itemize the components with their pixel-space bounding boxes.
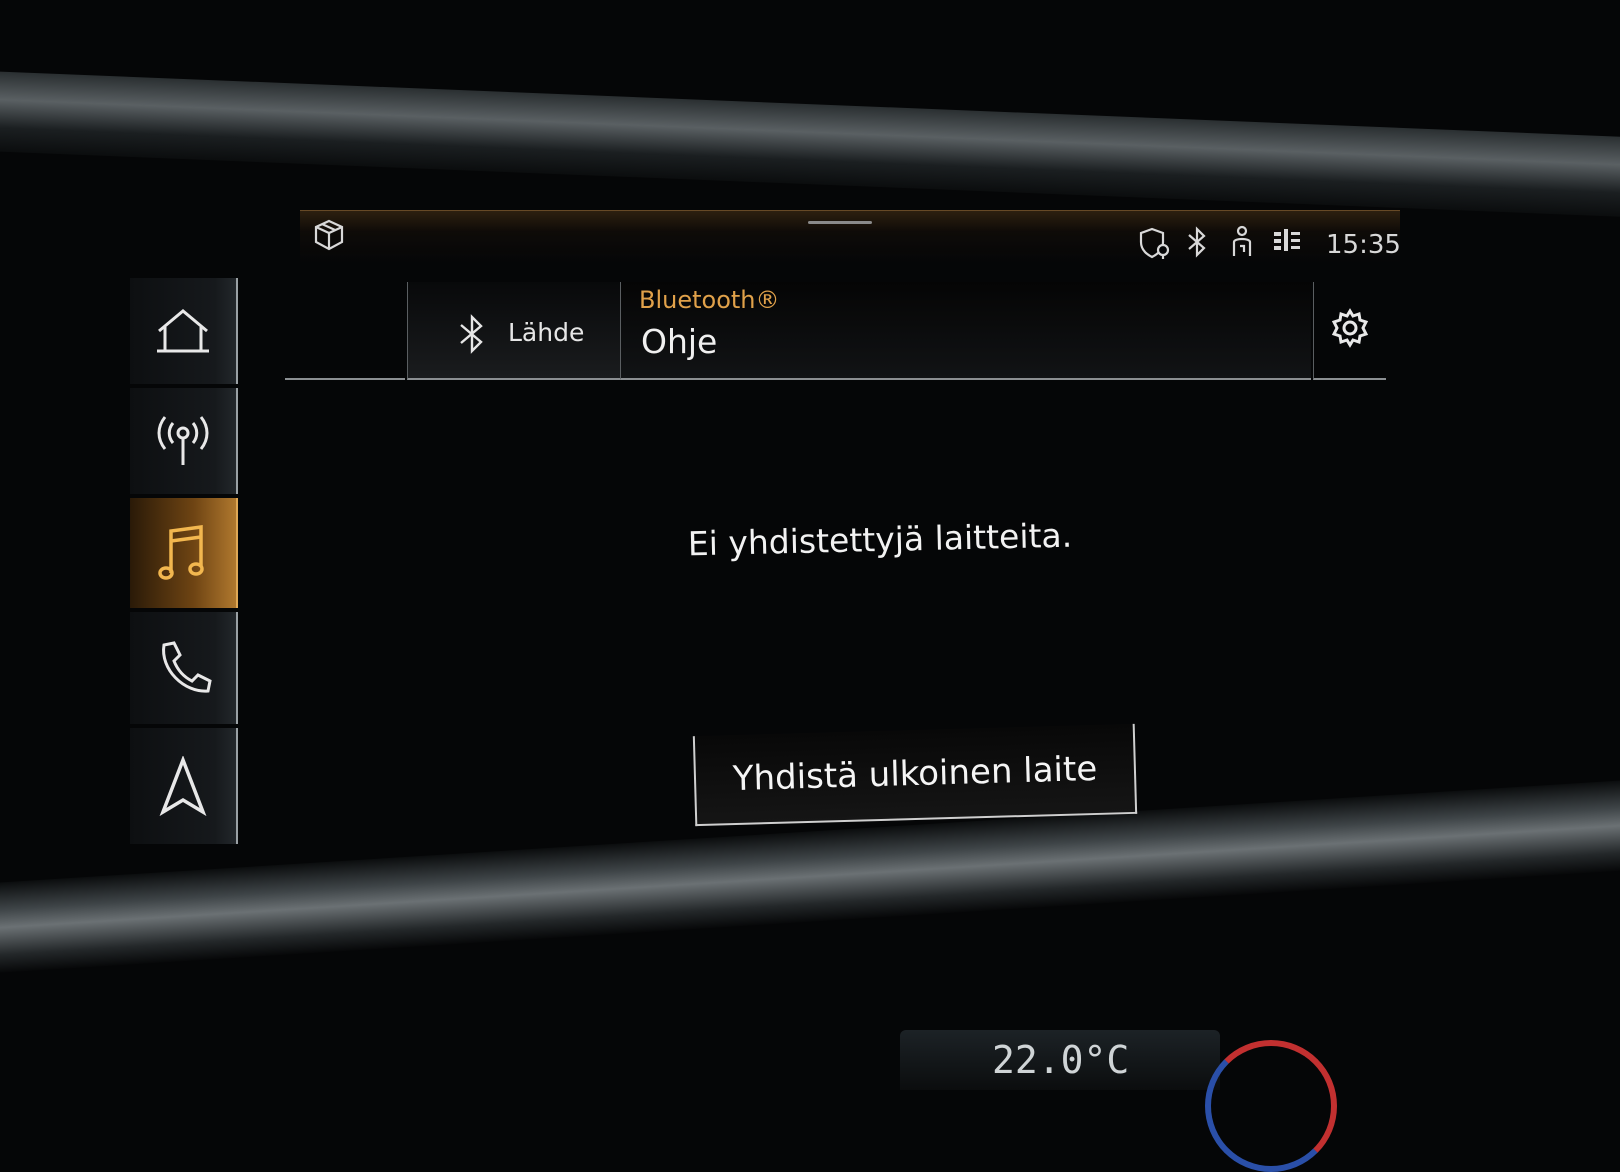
infotainment-screen: 15:35 Lähde Bluetooth® Ohje Ei yhdistett… <box>0 0 1620 1172</box>
page-title: Ohje <box>641 322 718 361</box>
tab-bluetooth-help[interactable]: Bluetooth® Ohje <box>621 282 1311 380</box>
person-wifi-icon <box>1228 224 1258 263</box>
phone-icon <box>154 639 212 697</box>
music-icon <box>157 523 209 583</box>
sidebar-item-media[interactable] <box>130 498 238 608</box>
data-icon <box>1272 226 1302 261</box>
clock: 15:35 <box>1326 230 1401 260</box>
radio-icon <box>153 413 213 469</box>
tab-supertitle: Bluetooth® <box>639 286 780 314</box>
bluetooth-icon <box>1186 226 1208 263</box>
tab-spacer <box>285 282 405 380</box>
temperature-display: 22.0°C <box>992 1038 1130 1082</box>
cube-icon[interactable] <box>312 218 346 257</box>
empty-state-message: Ei yhdistettyjä laitteita. <box>687 515 1073 564</box>
drag-handle[interactable] <box>808 221 872 224</box>
gear-icon <box>1330 308 1370 352</box>
sidebar-item-navigation[interactable] <box>130 728 238 844</box>
sidebar-item-home[interactable] <box>130 278 238 384</box>
header-tabs: Lähde Bluetooth® Ohje <box>285 282 1386 380</box>
sidebar-item-phone[interactable] <box>130 612 238 724</box>
bluetooth-icon <box>458 314 486 358</box>
tab-source[interactable]: Lähde <box>407 282 621 380</box>
sidebar-item-radio[interactable] <box>130 388 238 494</box>
connect-device-button[interactable]: Yhdistä ulkoinen laite <box>692 723 1138 827</box>
source-label: Lähde <box>508 318 585 347</box>
home-icon <box>153 307 213 355</box>
temperature-knob[interactable] <box>1205 1040 1337 1172</box>
navigation-icon <box>158 756 208 816</box>
location-shield-icon <box>1138 226 1172 265</box>
settings-button[interactable] <box>1313 282 1386 380</box>
